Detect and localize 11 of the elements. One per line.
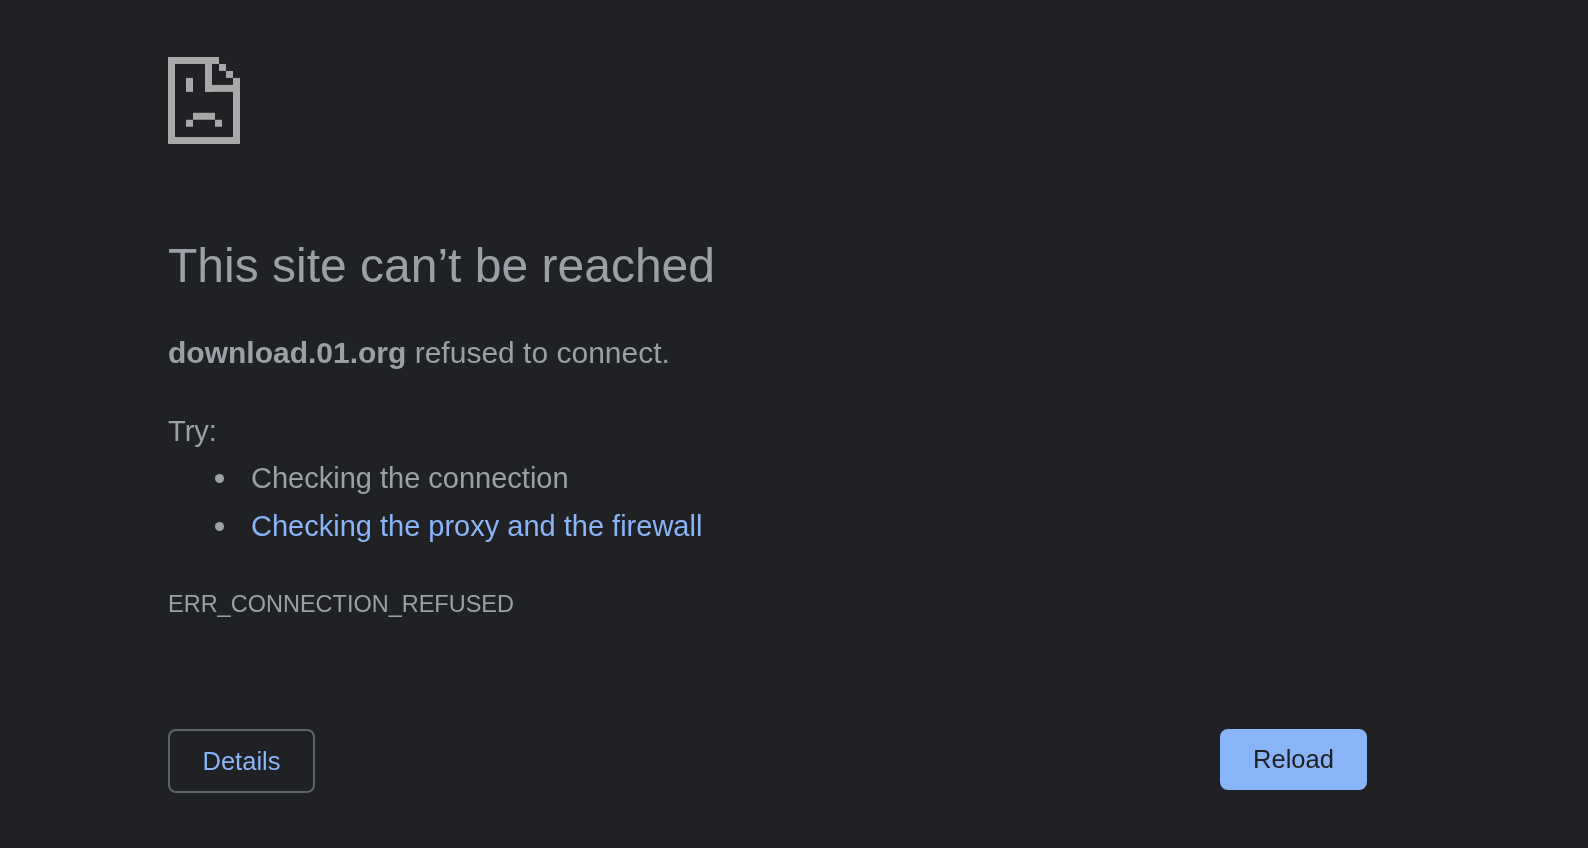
sad-page-icon bbox=[168, 57, 240, 144]
details-button[interactable]: Details bbox=[168, 729, 315, 793]
suggestion-link[interactable]: Checking the proxy and the firewall bbox=[251, 506, 703, 546]
bullet-icon bbox=[215, 521, 224, 531]
suggestion-text: Checking the connection bbox=[251, 461, 569, 496]
error-title: This site can’t be reached bbox=[168, 238, 715, 294]
error-message: download.01.org refused to connect. bbox=[168, 335, 670, 371]
suggestions-heading: Try: bbox=[168, 414, 217, 449]
bullet-icon bbox=[215, 473, 224, 483]
reload-button[interactable]: Reload bbox=[1220, 729, 1367, 790]
error-code: ERR_CONNECTION_REFUSED bbox=[168, 590, 515, 619]
